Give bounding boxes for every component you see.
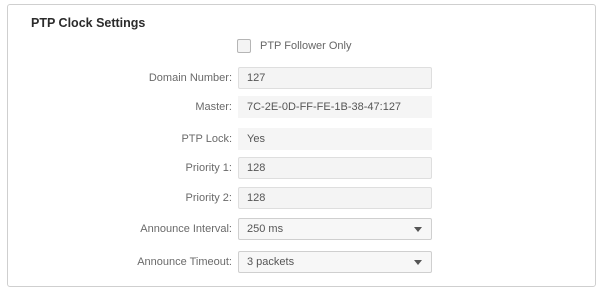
announce-timeout-label: Announce Timeout: [137, 256, 232, 268]
announce-interval-select[interactable]: 250 ms [238, 218, 432, 240]
announce-interval-value: 250 ms [247, 223, 284, 235]
priority-2-value: 128 [247, 192, 266, 204]
master-row: Master: 7C-2E-0D-FF-FE-1B-38-47:127 [0, 96, 604, 118]
ptp-lock-value: Yes [247, 133, 265, 145]
priority-1-input[interactable]: 128 [238, 157, 432, 179]
domain-number-input[interactable]: 127 [238, 67, 432, 89]
priority-2-input[interactable]: 128 [238, 187, 432, 209]
priority-1-value: 128 [247, 162, 266, 174]
domain-number-row: Domain Number: 127 [0, 67, 604, 89]
announce-timeout-value: 3 packets [247, 256, 295, 268]
priority-2-label: Priority 2: [185, 192, 232, 204]
ptp-follower-only-row: PTP Follower Only [237, 38, 352, 54]
priority-2-row: Priority 2: 128 [0, 187, 604, 209]
master-value-box: 7C-2E-0D-FF-FE-1B-38-47:127 [238, 96, 432, 118]
priority-1-row: Priority 1: 128 [0, 157, 604, 179]
ptp-follower-only-label: PTP Follower Only [260, 40, 352, 52]
domain-number-label: Domain Number: [148, 72, 232, 84]
announce-timeout-row: Announce Timeout: 3 packets [0, 251, 604, 273]
master-label: Master: [195, 101, 232, 113]
chevron-down-icon [414, 227, 422, 232]
announce-interval-label: Announce Interval: [140, 223, 232, 235]
ptp-lock-row: PTP Lock: Yes [0, 128, 604, 150]
domain-number-value: 127 [247, 72, 266, 84]
ptp-lock-label: PTP Lock: [181, 133, 232, 145]
section-title: PTP Clock Settings [31, 16, 146, 30]
master-value: 7C-2E-0D-FF-FE-1B-38-47:127 [247, 101, 402, 113]
announce-timeout-select[interactable]: 3 packets [238, 251, 432, 273]
ptp-lock-value-box: Yes [238, 128, 432, 150]
ptp-follower-only-checkbox[interactable] [237, 39, 251, 53]
chevron-down-icon [414, 260, 422, 265]
announce-interval-row: Announce Interval: 250 ms [0, 218, 604, 240]
priority-1-label: Priority 1: [185, 162, 232, 174]
